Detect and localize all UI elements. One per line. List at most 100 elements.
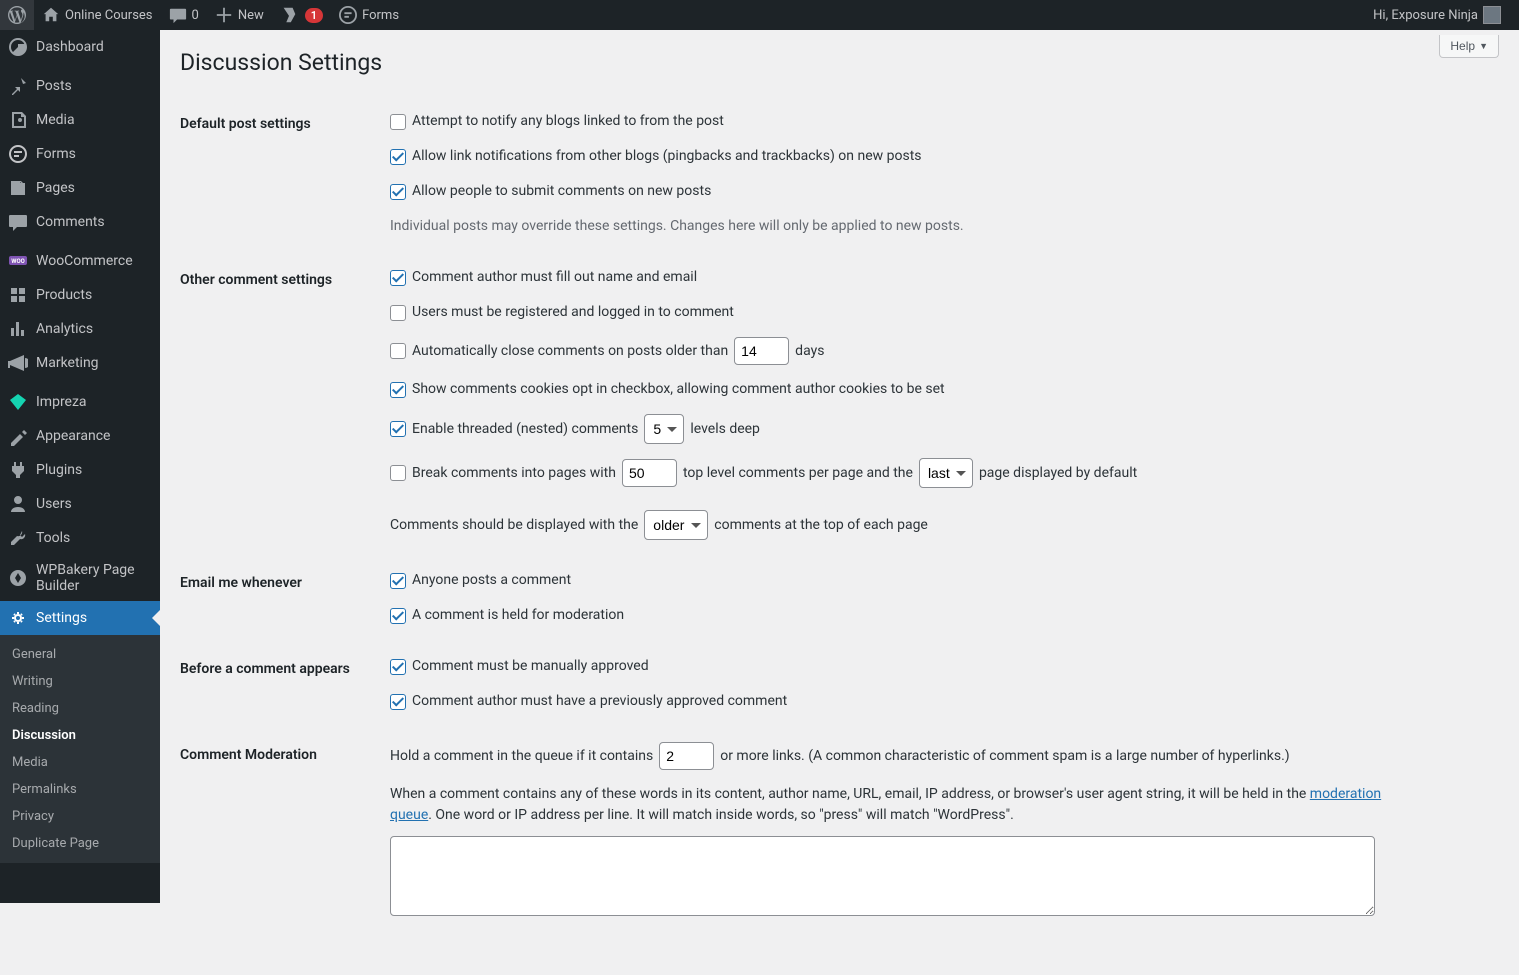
label-break-mid: top level comments per page and the xyxy=(683,463,913,484)
label-threaded-pre: Enable threaded (nested) comments xyxy=(412,419,638,440)
chevron-down-icon: ▼ xyxy=(1479,41,1488,51)
admin-bar: Online Courses 0 New 1 Forms Hi, Exposur… xyxy=(0,0,1519,30)
submenu-duplicate[interactable]: Duplicate Page xyxy=(0,830,160,857)
yoast-menu[interactable]: 1 xyxy=(272,0,331,30)
checkbox-cookies[interactable] xyxy=(390,382,406,398)
sidebar-item-label: WooCommerce xyxy=(36,253,133,269)
checkbox-anyone-posts[interactable] xyxy=(390,573,406,589)
sidebar-item-products[interactable]: Products xyxy=(0,278,160,312)
sidebar-item-marketing[interactable]: Marketing xyxy=(0,346,160,380)
submenu-general[interactable]: General xyxy=(0,641,160,668)
sidebar-item-label: Appearance xyxy=(36,428,110,444)
pin-icon xyxy=(8,76,28,96)
checkbox-registered[interactable] xyxy=(390,305,406,321)
help-button[interactable]: Help ▼ xyxy=(1439,35,1499,58)
label-auto-close-pre: Automatically close comments on posts ol… xyxy=(412,341,728,362)
sidebar-item-woocommerce[interactable]: WOO WooCommerce xyxy=(0,244,160,278)
forms-sidebar-icon xyxy=(8,144,28,164)
new-content-menu[interactable]: New xyxy=(207,0,272,30)
submenu-privacy[interactable]: Privacy xyxy=(0,803,160,830)
label-held: A comment is held for moderation xyxy=(412,605,624,626)
site-name: Online Courses xyxy=(65,8,153,23)
users-icon xyxy=(8,494,28,514)
checkbox-fill-name[interactable] xyxy=(390,270,406,286)
marketing-icon xyxy=(8,353,28,373)
checkbox-allow-comments[interactable] xyxy=(390,184,406,200)
checkbox-allow-pingbacks[interactable] xyxy=(390,149,406,165)
submenu-reading[interactable]: Reading xyxy=(0,695,160,722)
label-auto-close-post: days xyxy=(795,341,824,362)
checkbox-auto-close[interactable] xyxy=(390,343,406,359)
sidebar-item-label: Marketing xyxy=(36,355,99,371)
label-cookies: Show comments cookies opt in checkbox, a… xyxy=(412,379,945,400)
label-allow-comments: Allow people to submit comments on new p… xyxy=(412,181,711,202)
wp-logo-menu[interactable] xyxy=(0,0,34,30)
comments-count: 0 xyxy=(192,8,199,23)
appearance-icon xyxy=(8,426,28,446)
comments-menu[interactable]: 0 xyxy=(161,0,207,30)
checkbox-break-pages[interactable] xyxy=(390,465,406,481)
admin-sidebar: Dashboard Posts Media Forms Pages Commen… xyxy=(0,30,160,903)
section-heading-before: Before a comment appears xyxy=(180,641,380,727)
sidebar-item-forms[interactable]: Forms xyxy=(0,137,160,171)
sidebar-item-dashboard[interactable]: Dashboard xyxy=(0,30,160,64)
select-default-page[interactable]: last xyxy=(919,458,973,488)
checkbox-attempt-notify[interactable] xyxy=(390,114,406,130)
my-account-menu[interactable]: Hi, Exposure Ninja xyxy=(1365,0,1509,30)
woo-icon: WOO xyxy=(8,251,28,271)
checkbox-threaded[interactable] xyxy=(390,421,406,437)
plugins-icon xyxy=(8,460,28,480)
checkbox-held[interactable] xyxy=(390,608,406,624)
sidebar-item-label: Media xyxy=(36,112,75,128)
sidebar-item-media[interactable]: Media xyxy=(0,103,160,137)
sidebar-item-tools[interactable]: Tools xyxy=(0,521,160,555)
media-icon xyxy=(8,110,28,130)
sidebar-item-pages[interactable]: Pages xyxy=(0,171,160,205)
label-previously-approved: Comment author must have a previously ap… xyxy=(412,691,787,712)
page-title: Discussion Settings xyxy=(180,40,1499,96)
label-order-pre: Comments should be displayed with the xyxy=(390,515,638,536)
checkbox-previously-approved[interactable] xyxy=(390,694,406,710)
input-auto-close-days[interactable] xyxy=(734,337,789,365)
sidebar-item-settings[interactable]: Settings xyxy=(0,601,160,635)
submenu-permalinks[interactable]: Permalinks xyxy=(0,776,160,803)
sidebar-item-impreza[interactable]: Impreza xyxy=(0,385,160,419)
select-comment-order[interactable]: older xyxy=(644,510,708,540)
input-per-page[interactable] xyxy=(622,459,677,487)
impreza-icon xyxy=(8,392,28,412)
sidebar-item-wpbakery[interactable]: WPBakery Page Builder xyxy=(0,555,160,601)
sidebar-item-label: Analytics xyxy=(36,321,93,337)
sidebar-item-comments[interactable]: Comments xyxy=(0,205,160,239)
input-max-links[interactable] xyxy=(659,742,714,770)
site-name-menu[interactable]: Online Courses xyxy=(34,0,161,30)
label-break-pre: Break comments into pages with xyxy=(412,463,616,484)
moderation-blurb: When a comment contains any of these wor… xyxy=(390,784,1390,826)
analytics-icon xyxy=(8,319,28,339)
label-hold-post: or more links. (A common characteristic … xyxy=(720,746,1289,767)
forms-menu[interactable]: Forms xyxy=(331,0,407,30)
svg-text:WOO: WOO xyxy=(11,258,25,265)
sidebar-item-label: Settings xyxy=(36,610,87,626)
checkbox-manual-approve[interactable] xyxy=(390,659,406,675)
section-heading-email: Email me whenever xyxy=(180,555,380,641)
submenu-discussion[interactable]: Discussion xyxy=(0,722,160,749)
sidebar-item-label: Plugins xyxy=(36,462,82,478)
select-threaded-levels[interactable]: 5 xyxy=(644,414,684,444)
avatar-icon xyxy=(1483,6,1501,24)
submenu-writing[interactable]: Writing xyxy=(0,668,160,695)
label-allow-pingbacks: Allow link notifications from other blog… xyxy=(412,146,922,167)
section-heading-other: Other comment settings xyxy=(180,252,380,555)
submenu-media[interactable]: Media xyxy=(0,749,160,776)
moderation-blurb-pre: When a comment contains any of these wor… xyxy=(390,786,1310,802)
sidebar-item-plugins[interactable]: Plugins xyxy=(0,453,160,487)
comment-sidebar-icon xyxy=(8,212,28,232)
sidebar-item-label: Pages xyxy=(36,180,75,196)
sidebar-item-users[interactable]: Users xyxy=(0,487,160,521)
sidebar-item-appearance[interactable]: Appearance xyxy=(0,419,160,453)
sidebar-item-analytics[interactable]: Analytics xyxy=(0,312,160,346)
wpbakery-icon xyxy=(8,568,28,588)
textarea-moderation-keys[interactable] xyxy=(390,836,1375,916)
tools-icon xyxy=(8,528,28,548)
sidebar-item-posts[interactable]: Posts xyxy=(0,69,160,103)
settings-table: Default post settings Attempt to notify … xyxy=(180,96,1499,935)
